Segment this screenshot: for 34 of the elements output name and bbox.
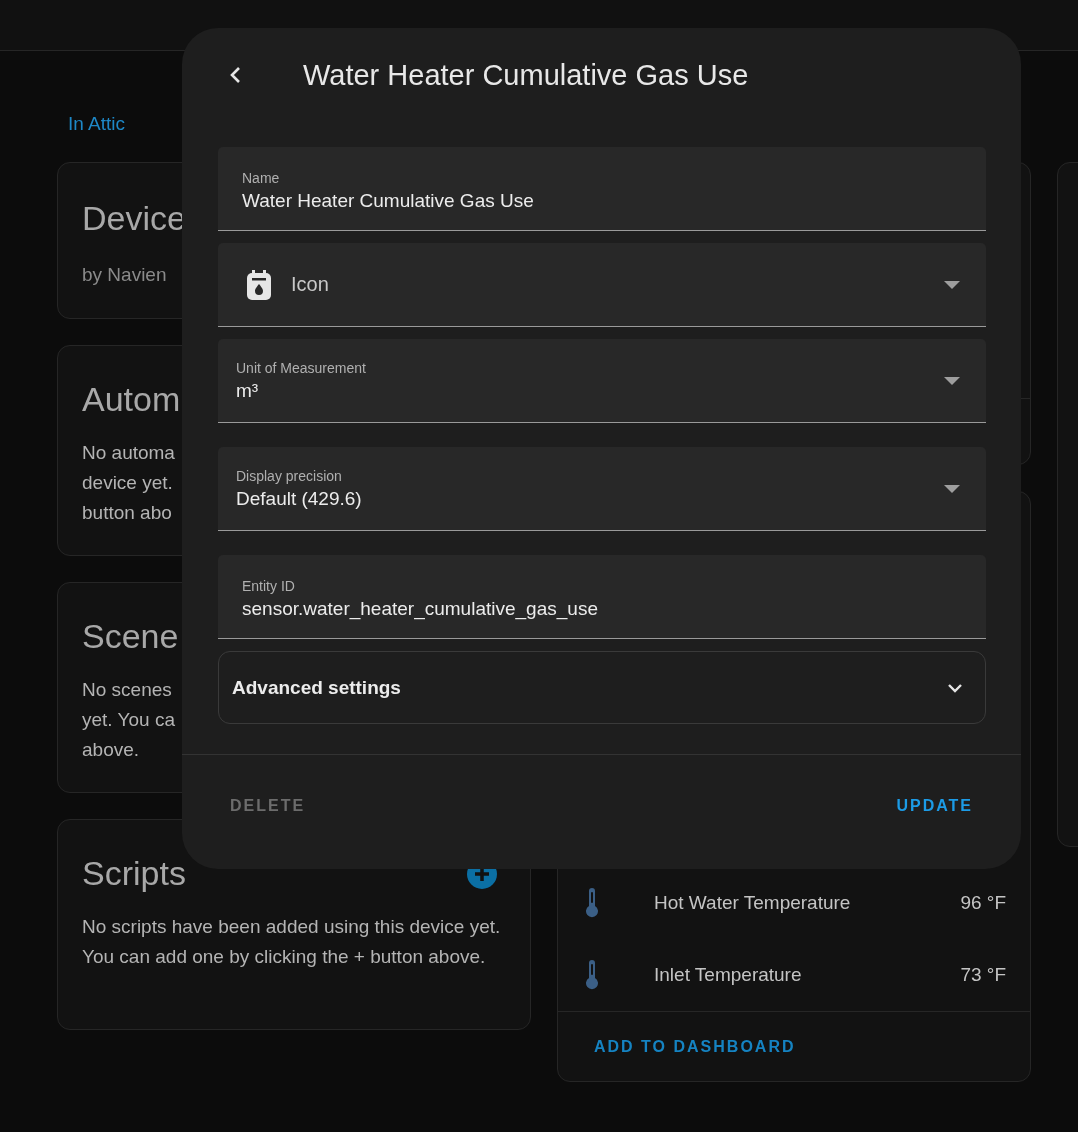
- sensor-value: 96 °F: [960, 892, 1006, 914]
- card-text: No automa: [82, 441, 175, 465]
- card-title: Scene: [82, 617, 179, 656]
- card-text: yet. You ca: [82, 708, 175, 732]
- caret-icon: [944, 376, 960, 385]
- update-button[interactable]: UPDATE: [884, 789, 985, 823]
- card-text: No scenes: [82, 678, 172, 702]
- text-field[interactable]: Name Water Heater Cumulative Gas Use: [218, 147, 986, 231]
- select-field[interactable]: Display precision Default (429.6): [218, 447, 986, 531]
- sensor-name: Inlet Temperature: [654, 964, 803, 986]
- water-heater-icon: [247, 269, 271, 300]
- back-icon[interactable]: [228, 65, 242, 85]
- chevron-icon: [947, 682, 963, 693]
- card-text: button abo: [82, 501, 172, 525]
- card-text: by Navien: [82, 264, 167, 286]
- select-field[interactable]: Unit of Measurement m³: [218, 339, 986, 423]
- advanced-settings-expander[interactable]: Advanced settings: [218, 651, 986, 724]
- thermometer-icon: [584, 888, 600, 918]
- card-text: No scripts have been added using this device yet. You can add one by clicking the + button above.: [82, 915, 502, 969]
- card-text: device yet.: [82, 471, 173, 495]
- caret-icon: [944, 484, 960, 493]
- sensor-value: 73 °F: [960, 964, 1006, 986]
- add-to-dashboard-button[interactable]: ADD TO DASHBOARD: [582, 1031, 808, 1062]
- caret-icon: [944, 280, 960, 289]
- sensor-name: Hot Water Temperature: [654, 892, 852, 914]
- card-title: Device: [82, 199, 186, 238]
- thermometer-icon: [584, 960, 600, 990]
- card-title: Scripts: [82, 854, 186, 893]
- text-field[interactable]: Entity ID sensor.water_heater_cumulative_gas_use: [218, 555, 986, 639]
- card-text: above.: [82, 738, 140, 762]
- card-title: Autom: [82, 380, 181, 419]
- icon-picker-field[interactable]: Icon: [218, 243, 986, 327]
- area-link[interactable]: In Attic: [68, 113, 126, 135]
- dialog-title: Water Heater Cumulative Gas Use: [303, 58, 749, 92]
